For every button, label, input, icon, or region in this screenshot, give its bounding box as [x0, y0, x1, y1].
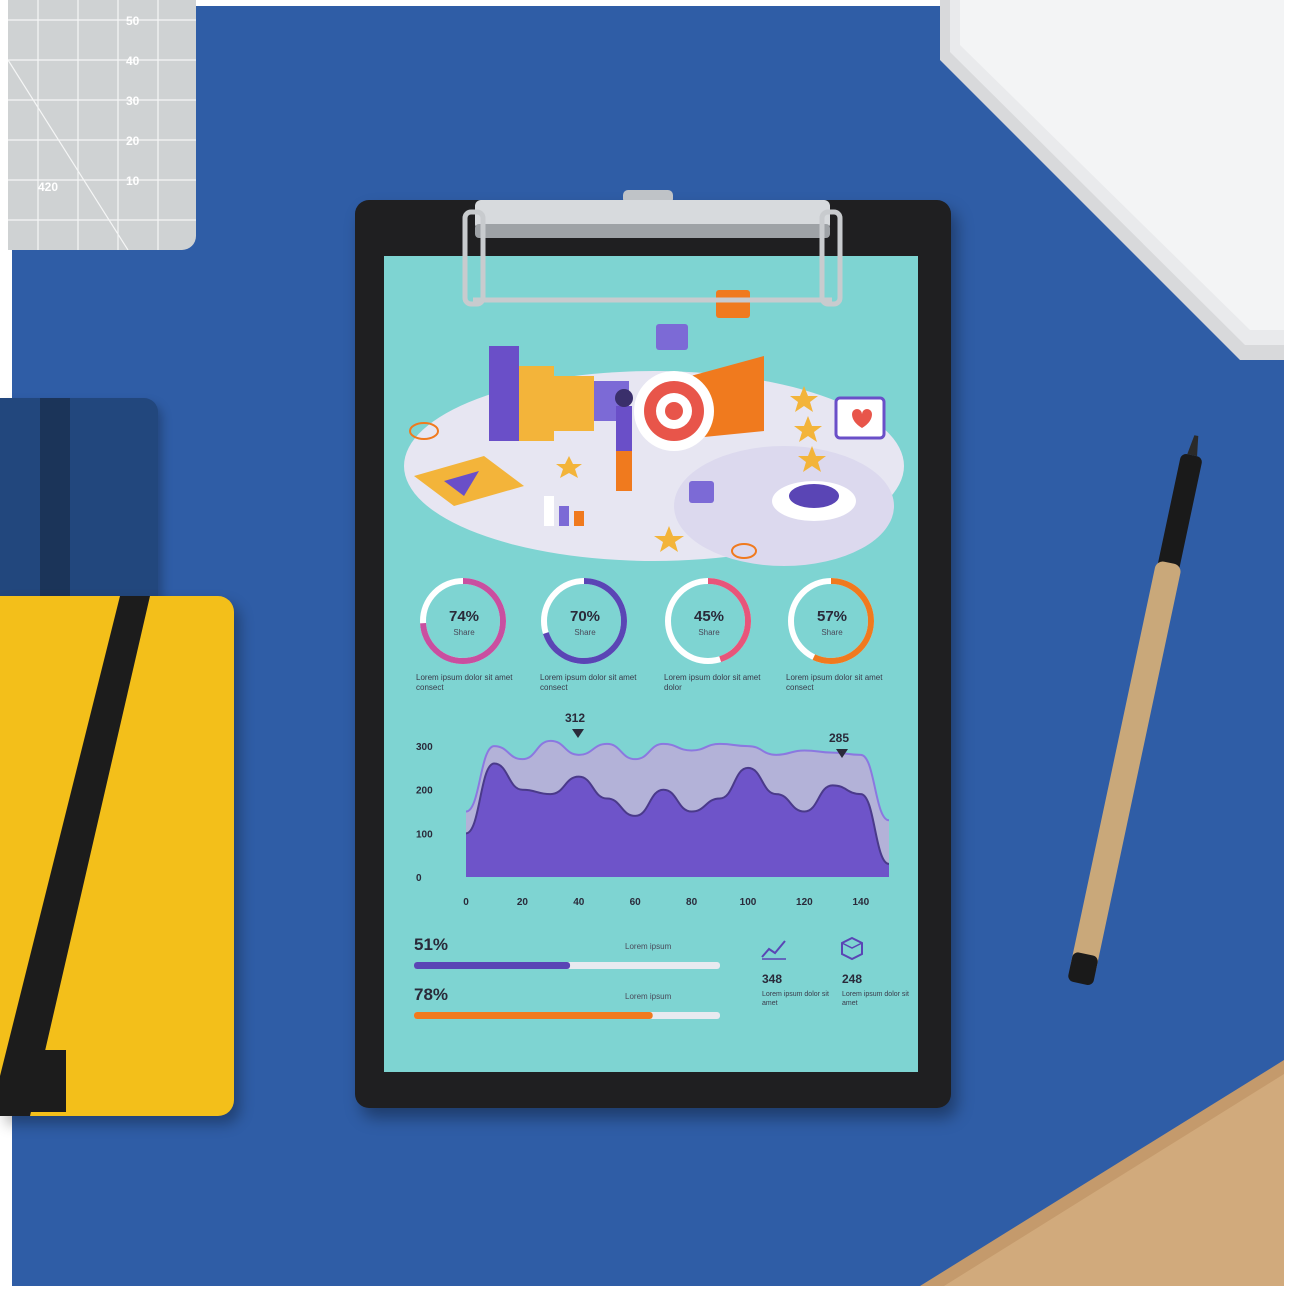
donut-sublabel: Share: [574, 628, 596, 637]
mat-number: 40: [126, 54, 140, 68]
stat-text: Lorem ipsum dolor sit amet: [762, 991, 829, 1007]
y-tick-label: 0: [416, 873, 422, 884]
donut-sublabel: Share: [821, 628, 843, 637]
donut-value: 57%: [816, 608, 848, 625]
kraft-paper: [920, 1060, 1284, 1286]
donut-sublabel: Share: [453, 628, 475, 637]
x-tick-label: 60: [630, 897, 642, 908]
x-tick-label: 20: [517, 897, 529, 908]
progress-value: 51%: [414, 935, 449, 954]
photo-scene: 50 40 30 20 10 420 74% Share 70% Share 4…: [0, 0, 1292, 1291]
cube-icon: [841, 936, 863, 961]
donut-caption: Lorem ipsum dolor sit amet consect: [416, 673, 513, 692]
donut-row: [420, 578, 874, 664]
peak-label-left: 312: [565, 711, 586, 725]
laptop-corner: [940, 0, 1284, 360]
stat-value: 248: [842, 972, 863, 986]
progress-bars: [414, 962, 720, 1019]
peak-marker-right: [836, 749, 848, 758]
mat-number: 30: [126, 94, 140, 108]
peak-label-right: 285: [829, 731, 850, 745]
mat-number: 50: [126, 14, 140, 28]
donut-caption: Lorem ipsum dolor sit amet dolor: [664, 673, 761, 692]
y-tick-label: 100: [416, 829, 433, 840]
stat-value: 348: [762, 972, 783, 986]
donut-value: 70%: [569, 608, 601, 625]
progress-fill: [414, 962, 571, 969]
yellow-notebook-band: [0, 596, 150, 1116]
donut-caption: Lorem ipsum dolor sit amet consect: [540, 673, 637, 692]
mat-number: 20: [126, 134, 140, 148]
progress-label: Lorem ipsum: [625, 942, 672, 951]
peak-marker-left: [572, 729, 584, 738]
donut-value: 74%: [448, 608, 480, 625]
x-tick-label: 40: [573, 897, 585, 908]
x-tick-label: 0: [463, 897, 469, 908]
notebook-ribbon: [18, 1050, 66, 1112]
x-tick-label: 100: [740, 897, 757, 908]
kraft-pen: [1068, 435, 1202, 985]
x-tick-label: 80: [686, 897, 698, 908]
mat-number: 10: [126, 174, 140, 188]
x-tick-label: 120: [796, 897, 813, 908]
x-tick-label: 140: [852, 897, 869, 908]
y-tick-label: 300: [416, 742, 433, 753]
mat-number: 420: [38, 180, 59, 194]
donut-sublabel: Share: [698, 628, 720, 637]
progress-fill: [414, 1012, 653, 1019]
line-chart-icon: [761, 940, 786, 960]
stat-text: Lorem ipsum dolor sit amet: [842, 991, 909, 1007]
donut-caption: Lorem ipsum dolor sit amet consect: [786, 673, 883, 692]
cutting-mat-grid: [8, 0, 196, 250]
y-tick-label: 200: [416, 786, 433, 797]
metal-clip: [462, 190, 843, 307]
donut-value: 45%: [693, 608, 725, 625]
cutting-mat: 50 40 30 20 10 420: [8, 0, 196, 250]
